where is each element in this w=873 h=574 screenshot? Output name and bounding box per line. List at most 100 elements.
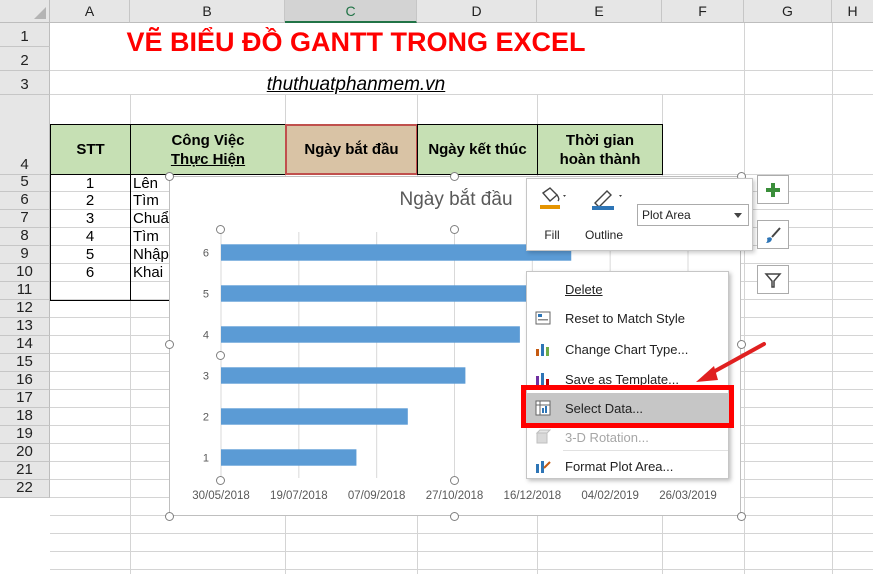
cell-stt[interactable]: 6 [50, 264, 130, 282]
row-header[interactable]: 17 [0, 389, 50, 408]
header-task-line2: Thực Hiện [170, 150, 246, 168]
chevron-down-icon [734, 213, 742, 218]
header-end-date[interactable]: Ngày kết thúc [417, 124, 538, 175]
header-stt-label: STT [76, 141, 105, 158]
header-stt[interactable]: STT [50, 124, 131, 175]
header-end-label: Ngày kết thúc [428, 141, 527, 158]
fill-bucket-icon [540, 187, 566, 209]
chart-resize-handle[interactable] [737, 512, 746, 521]
fill-button[interactable]: Fill [535, 185, 569, 245]
cell-task[interactable]: Nhập [133, 246, 169, 264]
outline-button[interactable]: Outline [583, 185, 633, 245]
row-header[interactable]: 2 [0, 47, 50, 71]
plot-area-handle[interactable] [216, 476, 225, 485]
chart-resize-handle[interactable] [450, 512, 459, 521]
row-header[interactable]: 18 [0, 407, 50, 426]
column-header-f[interactable]: F [662, 0, 744, 23]
chart-bar[interactable] [221, 244, 572, 261]
chart-resize-handle[interactable] [165, 172, 174, 181]
chart-elements-button[interactable] [757, 175, 789, 204]
cell-task[interactable]: Khai [133, 264, 169, 282]
chart-styles-button[interactable] [757, 220, 789, 249]
row-header[interactable]: 10 [0, 263, 50, 282]
cell-task[interactable]: Tìm [133, 228, 169, 246]
cell-task[interactable]: Lên [133, 175, 169, 192]
header-task[interactable]: Công Việc Thực Hiện [130, 124, 286, 175]
column-header-c[interactable]: C [285, 0, 417, 23]
select-all-icon [34, 7, 46, 19]
header-start-label: Ngày bắt đầu [304, 141, 399, 158]
menu-item-reset-style[interactable]: Reset to Match Style [527, 303, 728, 333]
row-header[interactable]: 6 [0, 191, 50, 210]
x-tick-label: 16/12/2018 [504, 490, 562, 502]
chart-filters-button[interactable] [757, 265, 789, 294]
row-header[interactable]: 3 [0, 71, 50, 95]
chart-bar[interactable] [221, 326, 520, 343]
red-arrow-icon [696, 342, 766, 382]
chart-bar[interactable] [221, 285, 542, 302]
chart-resize-handle[interactable] [165, 512, 174, 521]
cell-stt[interactable]: 5 [50, 246, 130, 264]
row-header[interactable]: 13 [0, 317, 50, 336]
row-header[interactable]: 9 [0, 245, 50, 264]
table-divider [130, 174, 131, 301]
chart-bar[interactable] [221, 408, 408, 425]
chart-bar[interactable] [221, 449, 357, 466]
row-header[interactable]: 22 [0, 479, 50, 498]
plus-icon [766, 182, 780, 197]
column-header-e[interactable]: E [537, 0, 662, 23]
row-header[interactable]: 8 [0, 227, 50, 246]
row-header[interactable]: 7 [0, 209, 50, 228]
row-header[interactable]: 15 [0, 353, 50, 372]
highlight-box [521, 385, 734, 428]
rotation-icon [535, 429, 551, 445]
chart-bar[interactable] [221, 367, 466, 384]
column-header-a[interactable]: A [50, 0, 130, 23]
cell-task[interactable]: Tìm [133, 192, 169, 210]
column-header-b[interactable]: B [130, 0, 285, 23]
plot-area-handle[interactable] [450, 476, 459, 485]
row-header[interactable]: 11 [0, 281, 50, 300]
outline-pen-icon [592, 190, 622, 210]
y-tick-label: 4 [203, 330, 209, 342]
x-tick-label: 19/07/2018 [270, 490, 328, 502]
cell-stt[interactable]: 4 [50, 228, 130, 246]
cell-task[interactable]: Chuẩ [133, 210, 169, 228]
row-header[interactable]: 4 [0, 95, 50, 175]
row-header[interactable]: 14 [0, 335, 50, 354]
cell-stt[interactable]: 1 [50, 175, 130, 192]
menu-item-format-plot-area[interactable]: Format Plot Area... [527, 451, 728, 481]
row-header[interactable]: 1 [0, 23, 50, 47]
menu-item-label: Delete [565, 281, 603, 297]
row-header[interactable]: 19 [0, 425, 50, 444]
header-start-date[interactable]: Ngày bắt đầu [285, 124, 418, 175]
column-header-d[interactable]: D [417, 0, 537, 23]
column-header-g[interactable]: G [744, 0, 832, 23]
chart-resize-handle[interactable] [165, 340, 174, 349]
header-duration-line2: hoàn thành [559, 150, 641, 168]
plot-area-handle[interactable] [216, 225, 225, 234]
y-tick-label: 5 [203, 289, 209, 301]
chart-type-icon [535, 341, 551, 357]
plot-area-handle[interactable] [216, 351, 225, 360]
plot-area-handle[interactable] [450, 225, 459, 234]
sheet-title: VẼ BIỂU ĐỒ GANTT TRONG EXCEL [126, 27, 586, 57]
chart-resize-handle[interactable] [450, 172, 459, 181]
row-header[interactable]: 16 [0, 371, 50, 390]
header-duration[interactable]: Thời gian hoàn thành [537, 124, 663, 175]
cell-stt[interactable]: 2 [50, 192, 130, 210]
funnel-icon [764, 272, 782, 288]
element-selector-value: Plot Area [642, 208, 691, 222]
fill-label: Fill [544, 228, 560, 242]
x-tick-label: 26/03/2019 [659, 490, 717, 502]
cell-stt[interactable]: 3 [50, 210, 130, 228]
menu-item-delete[interactable]: Delete [527, 274, 728, 304]
row-header[interactable]: 5 [0, 173, 50, 192]
select-all-corner[interactable] [0, 0, 50, 23]
column-header-h[interactable]: H [832, 0, 873, 23]
row-header[interactable]: 21 [0, 461, 50, 480]
format-area-icon [535, 458, 551, 474]
row-header[interactable]: 12 [0, 299, 50, 318]
row-header[interactable]: 20 [0, 443, 50, 462]
element-selector-dropdown[interactable]: Plot Area [637, 204, 749, 226]
